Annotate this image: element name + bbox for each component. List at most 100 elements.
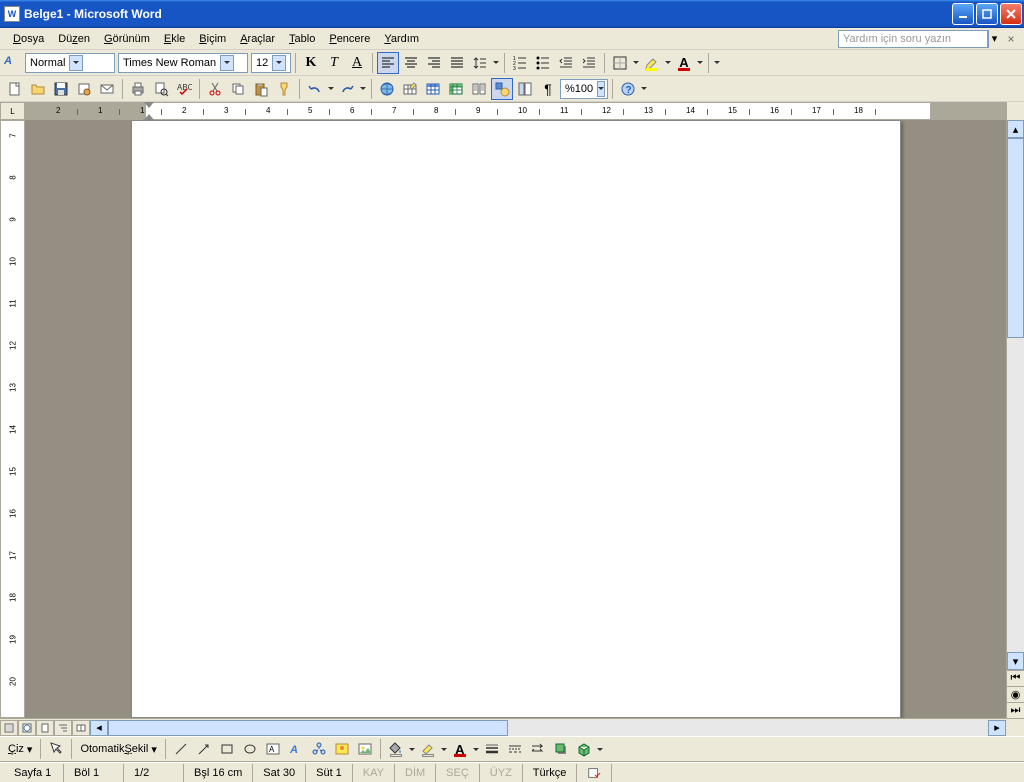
permission-button[interactable] — [73, 78, 95, 100]
document-page[interactable] — [131, 120, 901, 718]
paragraph-marks-button[interactable]: ¶ — [537, 78, 559, 100]
format-painter-button[interactable] — [273, 78, 295, 100]
vertical-ruler[interactable]: 7891011121314151617181920 — [0, 120, 25, 718]
help-button[interactable]: ? — [617, 78, 639, 100]
font-size-combo[interactable]: 12 — [251, 53, 291, 73]
highlight-button[interactable] — [641, 52, 663, 74]
decrease-indent-button[interactable] — [555, 52, 577, 74]
line-spacing-button[interactable] — [469, 52, 491, 74]
menu-tablo[interactable]: Tablo — [282, 31, 322, 47]
align-right-button[interactable] — [423, 52, 445, 74]
columns-button[interactable] — [468, 78, 490, 100]
status-dim[interactable]: DİM — [395, 764, 436, 782]
line-spacing-dropdown[interactable] — [492, 52, 500, 74]
draw-menu[interactable]: Çiz▾ — [4, 743, 36, 756]
menu-duzen[interactable]: Düzen — [51, 31, 97, 47]
dash-style-button[interactable] — [504, 738, 526, 760]
save-button[interactable] — [50, 78, 72, 100]
minimize-button[interactable] — [952, 3, 974, 25]
next-page-button[interactable]: ⏭ — [1007, 702, 1024, 718]
line-color-button[interactable] — [417, 738, 439, 760]
zoom-combo[interactable]: %100 — [560, 79, 608, 99]
bold-button[interactable]: K — [300, 52, 322, 74]
copy-button[interactable] — [227, 78, 249, 100]
status-sec[interactable]: SEÇ — [436, 764, 480, 782]
maximize-button[interactable] — [976, 3, 998, 25]
redo-button[interactable] — [336, 78, 358, 100]
status-language[interactable]: Türkçe — [523, 764, 578, 782]
horizontal-ruler[interactable]: 21123456789101112131415161718 — [25, 102, 1006, 120]
shadow-style-button[interactable] — [550, 738, 572, 760]
outline-view-button[interactable] — [54, 720, 72, 736]
drawing-toolbar-options[interactable] — [596, 738, 604, 760]
toolbar-options-dropdown[interactable] — [713, 52, 721, 74]
document-map-button[interactable] — [514, 78, 536, 100]
paste-button[interactable] — [250, 78, 272, 100]
scroll-right-button[interactable]: ▸ — [988, 720, 1006, 736]
menu-pencere[interactable]: Pencere — [322, 31, 377, 47]
clipart-button[interactable] — [331, 738, 353, 760]
highlight-dropdown[interactable] — [664, 52, 672, 74]
print-button[interactable] — [127, 78, 149, 100]
oval-tool-button[interactable] — [239, 738, 261, 760]
help-search-input[interactable]: Yardım için soru yazın — [838, 30, 988, 48]
menu-gorunum[interactable]: Görünüm — [97, 31, 157, 47]
web-layout-view-button[interactable] — [18, 720, 36, 736]
menu-yardim[interactable]: Yardım — [377, 31, 426, 47]
underline-button[interactable]: A — [346, 52, 368, 74]
menu-araclar[interactable]: Araçlar — [233, 31, 282, 47]
line-tool-button[interactable] — [170, 738, 192, 760]
arrow-tool-button[interactable] — [193, 738, 215, 760]
scroll-up-button[interactable]: ▴ — [1007, 120, 1024, 138]
email-button[interactable] — [96, 78, 118, 100]
fill-color-dropdown[interactable] — [408, 738, 416, 760]
print-preview-button[interactable] — [150, 78, 172, 100]
scroll-down-button[interactable]: ▾ — [1007, 652, 1024, 670]
font-color-draw-button[interactable]: A — [449, 738, 471, 760]
cut-button[interactable] — [204, 78, 226, 100]
italic-button[interactable]: T — [323, 52, 345, 74]
line-color-dropdown[interactable] — [440, 738, 448, 760]
redo-dropdown[interactable] — [359, 78, 367, 100]
hyperlink-button[interactable] — [376, 78, 398, 100]
scroll-thumb-v[interactable] — [1007, 138, 1024, 338]
new-doc-button[interactable] — [4, 78, 26, 100]
reading-layout-view-button[interactable] — [72, 720, 90, 736]
menu-bicim[interactable]: Biçim — [192, 31, 233, 47]
scroll-left-button[interactable]: ◂ — [90, 720, 108, 736]
first-line-indent-marker[interactable] — [144, 102, 154, 108]
open-button[interactable] — [27, 78, 49, 100]
select-objects-button[interactable] — [45, 738, 67, 760]
styles-icon[interactable]: A — [4, 55, 20, 71]
doc-close-button[interactable]: × — [1004, 32, 1018, 46]
3d-style-button[interactable] — [573, 738, 595, 760]
help-search-dropdown[interactable]: ▾ — [988, 30, 1000, 48]
align-left-button[interactable] — [377, 52, 399, 74]
fill-color-button[interactable] — [385, 738, 407, 760]
insert-worksheet-button[interactable] — [445, 78, 467, 100]
normal-view-button[interactable] — [0, 720, 18, 736]
font-color-draw-dropdown[interactable] — [472, 738, 480, 760]
align-justify-button[interactable] — [446, 52, 468, 74]
wordart-button[interactable]: A — [285, 738, 307, 760]
document-area[interactable] — [25, 120, 1006, 718]
menu-ekle[interactable]: Ekle — [157, 31, 192, 47]
tables-borders-button[interactable] — [399, 78, 421, 100]
bullet-list-button[interactable] — [532, 52, 554, 74]
hanging-indent-marker[interactable] — [144, 114, 154, 120]
undo-dropdown[interactable] — [327, 78, 335, 100]
scroll-thumb-h[interactable] — [108, 720, 508, 736]
font-color-dropdown[interactable] — [696, 52, 704, 74]
font-combo[interactable]: Times New Roman — [118, 53, 248, 73]
vertical-scrollbar[interactable]: ▴ ▾ ⏮ ◉ ⏭ — [1006, 102, 1024, 718]
insert-picture-button[interactable] — [354, 738, 376, 760]
increase-indent-button[interactable] — [578, 52, 600, 74]
insert-table-button[interactable] — [422, 78, 444, 100]
prev-page-button[interactable]: ⏮ — [1007, 670, 1024, 686]
diagram-button[interactable] — [308, 738, 330, 760]
print-layout-view-button[interactable] — [36, 720, 54, 736]
arrow-style-button[interactable] — [527, 738, 549, 760]
spell-check-button[interactable]: ABC — [173, 78, 195, 100]
browse-object-button[interactable]: ◉ — [1007, 686, 1024, 702]
rectangle-tool-button[interactable] — [216, 738, 238, 760]
